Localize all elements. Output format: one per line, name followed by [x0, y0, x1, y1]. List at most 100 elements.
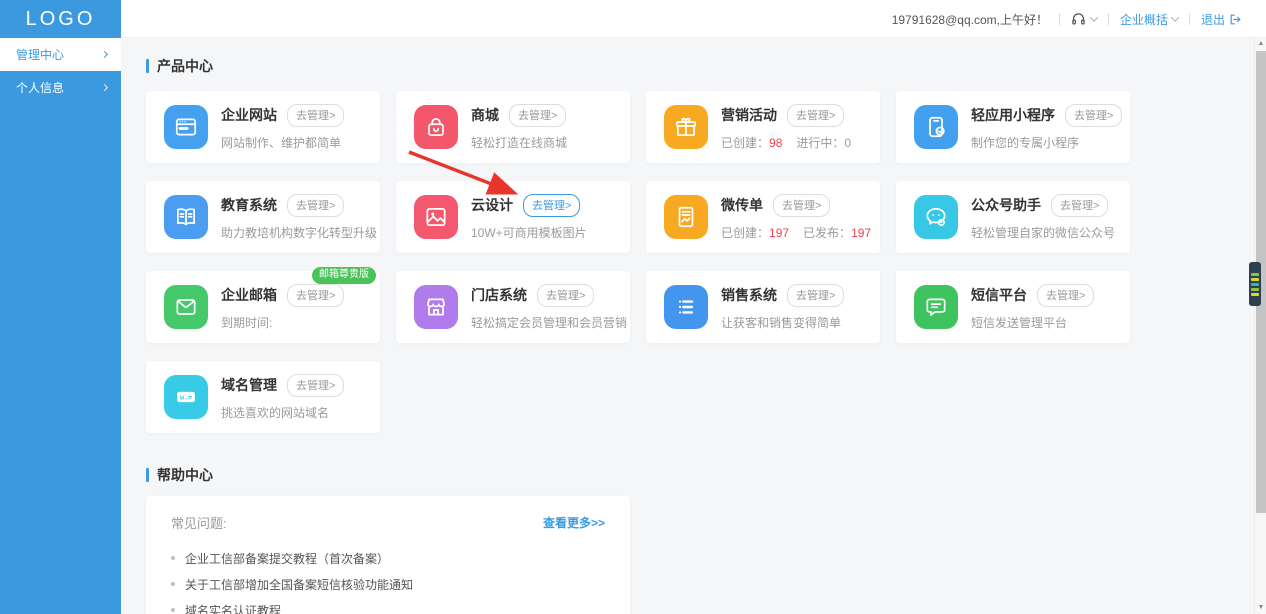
chevron-down-icon	[1170, 13, 1180, 22]
manage-button[interactable]: 去管理>	[1037, 283, 1095, 307]
faq-item-label: 关于工信部增加全国备案短信核验功能通知	[185, 577, 414, 592]
chevron-right-icon	[100, 50, 109, 59]
manage-button[interactable]: 去管理>	[787, 283, 845, 307]
help-center-title: 帮助中心	[146, 467, 1254, 483]
help-card: 常见问题: 查看更多>> 企业工信部备案提交教程（首次备案） 关于工信部增加全国备…	[146, 496, 630, 614]
product-card-official-account[interactable]: 公众号助手 去管理> 轻松管理自家的微信公众号	[896, 181, 1130, 253]
product-card-mini-program[interactable]: 轻应用小程序 去管理> 制作您的专属小程序	[896, 91, 1130, 163]
list-icon	[664, 285, 708, 329]
product-card-cloud-design[interactable]: 云设计 去管理> 10W+可商用模板图片	[396, 181, 630, 253]
faq-item[interactable]: 域名实名认证教程	[171, 597, 605, 614]
manage-button[interactable]: 去管理>	[287, 193, 345, 217]
logout-icon	[1229, 13, 1242, 26]
sidebar: 管理中心 个人信息	[0, 38, 121, 614]
image-icon	[414, 195, 458, 239]
svg-text:w.=: w.=	[180, 394, 192, 402]
product-card-mall[interactable]: 商城 去管理> 轻松打造在线商城	[396, 91, 630, 163]
sidebar-item-label: 个人信息	[16, 81, 65, 95]
mail-icon	[164, 285, 208, 329]
product-subtitle: 轻松管理自家的微信公众号	[971, 225, 1116, 240]
headset-icon	[1071, 12, 1086, 27]
bullet-icon	[171, 556, 175, 560]
section-bar-icon	[146, 468, 149, 482]
product-card-marketing[interactable]: 营销活动 去管理> 已创建：98 进行中：0	[646, 91, 880, 163]
faq-item[interactable]: 企业工信部备案提交教程（首次备案）	[171, 545, 605, 571]
product-card-education[interactable]: 教育系统 去管理> 助力教培机构数字化转型升级	[146, 181, 380, 253]
product-subtitle: 挑选喜欢的网站域名	[221, 405, 330, 420]
product-title: 云设计	[471, 197, 513, 213]
product-card-domain[interactable]: w.= 域名管理 去管理> 挑选喜欢的网站域名	[146, 361, 380, 433]
manage-button[interactable]: 去管理>	[287, 283, 345, 307]
browser-icon	[164, 105, 208, 149]
manage-button[interactable]: 去管理>	[523, 193, 581, 217]
faq-item-label: 企业工信部备案提交教程（首次备案）	[185, 551, 390, 566]
manage-button[interactable]: 去管理>	[1065, 103, 1123, 127]
product-subtitle: 轻松搞定会员管理和会员营销	[471, 315, 628, 330]
product-subtitle: 网站制作、维护都简单	[221, 135, 342, 150]
sms-icon	[914, 285, 958, 329]
manage-button[interactable]: 去管理>	[287, 103, 345, 127]
product-grid: 企业网站 去管理> 网站制作、维护都简单 商城 去管理> 轻松打造在线商城 营销活动 去管理>…	[146, 91, 1254, 433]
manage-button[interactable]: 去管理>	[787, 103, 845, 127]
phone-icon	[914, 105, 958, 149]
chevron-down-icon	[1089, 13, 1099, 22]
divider	[1107, 13, 1109, 25]
faq-item[interactable]: 关于工信部增加全国备案短信核验功能通知	[171, 571, 605, 597]
product-title: 微传单	[721, 197, 763, 213]
book-icon	[164, 195, 208, 239]
product-title: 轻应用小程序	[971, 107, 1055, 123]
section-bar-icon	[146, 59, 149, 73]
product-card-mailbox[interactable]: 企业邮箱 去管理> 到期时间: 邮箱尊贵版	[146, 267, 380, 343]
app-logo: LOGO	[0, 0, 121, 38]
bullet-icon	[171, 608, 175, 612]
wechat-icon	[914, 195, 958, 239]
view-more-link[interactable]: 查看更多>>	[543, 514, 605, 531]
product-title: 销售系统	[721, 287, 777, 303]
scroll-up-arrow-icon[interactable]: ▲	[1255, 38, 1266, 50]
sidebar-item-profile[interactable]: 个人信息	[0, 71, 121, 104]
product-subtitle: 10W+可商用模板图片	[471, 225, 587, 240]
product-card-micro-flyer[interactable]: 微传单 去管理> 已创建：197 已发布：197	[646, 181, 880, 253]
product-subtitle: 制作您的专属小程序	[971, 135, 1080, 150]
product-center-title: 产品中心	[146, 58, 1254, 74]
browser-extension-widget[interactable]	[1249, 262, 1261, 306]
product-badge: 邮箱尊贵版	[312, 267, 376, 284]
product-subtitle: 已创建：197 已发布：197	[721, 225, 872, 240]
gift-icon	[664, 105, 708, 149]
store-icon	[414, 285, 458, 329]
manage-button[interactable]: 去管理>	[537, 283, 595, 307]
topbar: LOGO 19791628@qq.com,上午好！ 企业概括 退出	[0, 0, 1266, 38]
product-subtitle: 助力教培机构数字化转型升级	[221, 225, 378, 240]
manage-button[interactable]: 去管理>	[773, 193, 831, 217]
product-title: 企业邮箱	[221, 287, 277, 303]
domain-icon: w.=	[164, 375, 208, 419]
sidebar-item-label: 管理中心	[16, 48, 65, 62]
manage-button[interactable]: 去管理>	[1051, 193, 1109, 217]
enterprise-overview-link[interactable]: 企业概括	[1120, 11, 1180, 28]
product-title: 营销活动	[721, 107, 777, 123]
faq-label: 常见问题:	[171, 516, 227, 531]
user-greeting: 19791628@qq.com,上午好！	[891, 12, 1048, 27]
product-card-website[interactable]: 企业网站 去管理> 网站制作、维护都简单	[146, 91, 380, 163]
divider	[1058, 13, 1060, 25]
product-title: 商城	[471, 107, 499, 123]
divider	[1188, 13, 1190, 25]
main-content: 产品中心 企业网站 去管理> 网站制作、维护都简单 商城 去管理> 轻松打造在线商城 营销活…	[121, 38, 1254, 614]
product-title: 门店系统	[471, 287, 527, 303]
bullet-icon	[171, 582, 175, 586]
product-card-store[interactable]: 门店系统 去管理> 轻松搞定会员管理和会员营销	[396, 271, 630, 343]
customer-service-button[interactable]	[1071, 12, 1099, 27]
product-card-sms[interactable]: 短信平台 去管理> 短信发送管理平台	[896, 271, 1130, 343]
product-card-sales[interactable]: 销售系统 去管理> 让获客和销售变得简单	[646, 271, 880, 343]
product-title: 企业网站	[221, 107, 277, 123]
manage-button[interactable]: 去管理>	[509, 103, 567, 127]
product-subtitle: 已创建：98 进行中：0	[721, 135, 852, 150]
shopping-bag-icon	[414, 105, 458, 149]
scroll-down-arrow-icon[interactable]: ▼	[1255, 602, 1266, 614]
faq-list: 企业工信部备案提交教程（首次备案） 关于工信部增加全国备案短信核验功能通知域名实名…	[171, 545, 605, 614]
scrollbar[interactable]: ▲ ▼	[1254, 38, 1266, 614]
product-subtitle: 轻松打造在线商城	[471, 135, 568, 150]
logout-button[interactable]: 退出	[1201, 11, 1242, 28]
manage-button[interactable]: 去管理>	[287, 373, 345, 397]
sidebar-item-admin-center[interactable]: 管理中心	[0, 38, 121, 71]
